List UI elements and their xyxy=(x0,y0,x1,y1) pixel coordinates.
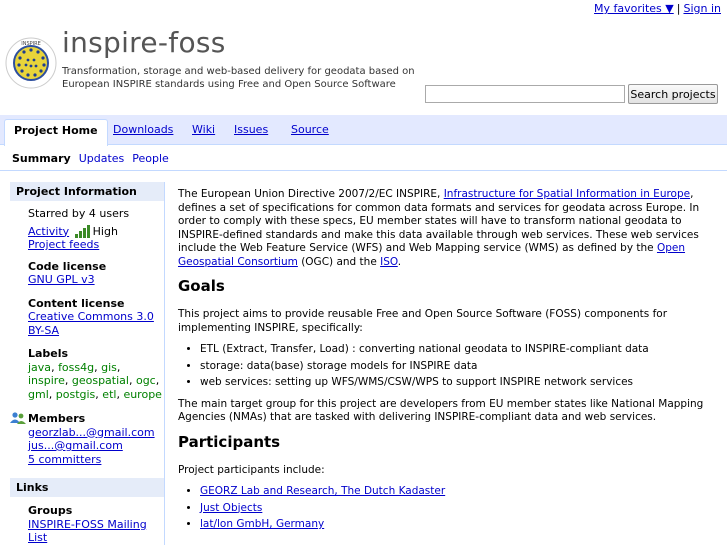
label-link[interactable]: inspire xyxy=(28,374,65,387)
tab-downloads[interactable]: Downloads xyxy=(113,123,173,136)
content-license-heading: Content license xyxy=(28,296,125,310)
project-logo[interactable]: INSPIRE xyxy=(4,36,58,90)
subnav-people[interactable]: People xyxy=(132,152,169,165)
labels-heading: Labels xyxy=(28,347,69,360)
sub-nav: Summary Updates People xyxy=(12,152,177,165)
intro-text: The European Union Directive 2007/2/EC I… xyxy=(178,188,444,200)
content-license-link[interactable]: Creative Commons 3.0 BY-SA xyxy=(28,310,154,337)
subnav-divider xyxy=(0,170,727,171)
goals-paragraph: This project aims to provide reusable Fr… xyxy=(178,308,668,334)
target-group-paragraph: The main target group for this project a… xyxy=(178,397,704,424)
project-summary: Transformation, storage and web-based de… xyxy=(62,66,415,90)
list-item: ETL (Extract, Transfer, Load) : converti… xyxy=(200,343,718,357)
label-link[interactable]: geospatial xyxy=(72,374,129,387)
my-favorites-link[interactable]: My favorites ▼ xyxy=(594,2,674,15)
committers-link[interactable]: 5 committers xyxy=(28,453,101,466)
members-heading: Members xyxy=(28,412,86,425)
inspire-logo-icon: INSPIRE xyxy=(5,37,57,89)
label-link[interactable]: foss4g xyxy=(58,361,94,374)
main-nav: Project Home Downloads Wiki Issues Sourc… xyxy=(0,115,727,146)
iso-link[interactable]: ISO xyxy=(380,256,398,268)
participant-link[interactable]: lat/lon GmbH, Germany xyxy=(200,518,324,530)
label-link[interactable]: gml xyxy=(28,388,49,401)
mailing-list-link[interactable]: INSPIRE-FOSS Mailing List xyxy=(28,518,147,545)
code-license-heading: Code license xyxy=(28,259,107,273)
intro-paragraph: The European Union Directive 2007/2/EC I… xyxy=(178,188,718,269)
label-link[interactable]: postgis xyxy=(56,388,96,401)
subnav-updates[interactable]: Updates xyxy=(79,152,125,165)
activity-bars-icon xyxy=(74,225,91,238)
project-feeds-link[interactable]: Project feeds xyxy=(28,238,99,251)
subnav-summary[interactable]: Summary xyxy=(12,152,71,165)
list-item: lat/lon GmbH, Germany xyxy=(200,518,718,532)
goals-heading: Goals xyxy=(178,277,225,295)
topbar-separator: | xyxy=(676,2,681,15)
activity-link[interactable]: Activity xyxy=(28,225,69,238)
search-input[interactable] xyxy=(425,85,625,103)
project-name[interactable]: inspire-foss xyxy=(62,26,226,60)
tab-source[interactable]: Source xyxy=(291,123,329,136)
logo-text: INSPIRE xyxy=(21,41,41,47)
participants-list: GEORZ Lab and Research, The Dutch Kadast… xyxy=(178,485,718,532)
project-description: The European Union Directive 2007/2/EC I… xyxy=(178,188,718,540)
activity-level: High xyxy=(92,224,118,238)
list-item: storage: data(base) storage models for I… xyxy=(200,360,718,374)
sign-in-link[interactable]: Sign in xyxy=(683,2,721,15)
label-link[interactable]: gis xyxy=(101,361,117,374)
label-link[interactable]: etl xyxy=(102,388,116,401)
intro-text: . xyxy=(397,255,402,268)
participants-heading: Participants xyxy=(178,432,281,451)
goals-list: ETL (Extract, Transfer, Load) : converti… xyxy=(178,343,718,390)
member-link[interactable]: georzlab...@gmail.com xyxy=(28,426,155,439)
participants-intro: Project participants include: xyxy=(178,463,325,476)
list-item: web services: setting up WFS/WMS/CSW/WPS… xyxy=(200,376,718,390)
intro-text: (OGC) and the xyxy=(297,255,381,268)
member-link[interactable]: jus...@gmail.com xyxy=(28,439,123,452)
tab-project-home[interactable]: Project Home xyxy=(4,119,108,146)
participant-link[interactable]: Just Objects xyxy=(200,502,262,514)
label-link[interactable]: java xyxy=(28,361,51,374)
participant-link[interactable]: GEORZ Lab and Research, The Dutch Kadast… xyxy=(200,485,445,497)
list-item: GEORZ Lab and Research, The Dutch Kadast… xyxy=(200,485,718,499)
sidebar: Project Information Starred by 4 users A… xyxy=(10,182,165,545)
starred-count: Starred by 4 users xyxy=(28,207,130,220)
tab-issues[interactable]: Issues xyxy=(234,123,268,136)
links-heading: Links xyxy=(10,478,164,497)
search-projects-button[interactable]: Search projects xyxy=(628,84,718,104)
code-license-link[interactable]: GNU GPL v3 xyxy=(28,273,95,286)
inspire-link[interactable]: Infrastructure for Spatial Information i… xyxy=(444,188,690,200)
label-link[interactable]: europe xyxy=(123,388,162,401)
top-bar: My favorites ▼ | Sign in xyxy=(594,2,721,15)
members-icon xyxy=(10,412,26,424)
list-item: Just Objects xyxy=(200,502,718,516)
project-information-heading: Project Information xyxy=(10,182,164,201)
tab-wiki[interactable]: Wiki xyxy=(192,123,215,136)
label-link[interactable]: ogc xyxy=(136,374,156,387)
groups-heading: Groups xyxy=(28,504,73,517)
labels-list: java, foss4g, gis, inspire, geospatial, … xyxy=(28,360,162,401)
